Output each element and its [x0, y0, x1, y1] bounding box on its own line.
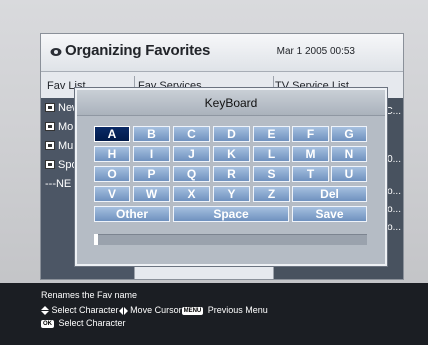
key-c[interactable]: C: [173, 126, 210, 142]
fav-list-item-label: Mo: [58, 120, 74, 133]
favorites-eye-icon: [50, 48, 62, 56]
key-f[interactable]: F: [292, 126, 329, 142]
title-bar: Organizing Favorites Mar 1 2005 00:53: [41, 34, 403, 72]
fav-list-item-label: Mu: [58, 139, 74, 152]
key-q[interactable]: Q: [173, 166, 210, 182]
left-right-arrow-icon: [118, 306, 128, 315]
key-j[interactable]: J: [173, 146, 210, 162]
folder-icon: [45, 103, 55, 112]
menu-button-icon: MENU: [181, 306, 204, 315]
save-button[interactable]: Save: [292, 206, 367, 222]
del-button[interactable]: Del: [292, 186, 367, 202]
key-a[interactable]: A: [94, 126, 130, 142]
help-select-character-ok: Select Character: [58, 318, 126, 328]
service-list-item[interactable]: C...: [385, 106, 401, 117]
key-z[interactable]: Z: [253, 186, 290, 202]
fav-list-item-label: ---NE: [45, 177, 72, 190]
key-x[interactable]: X: [173, 186, 210, 202]
other-button[interactable]: Other: [94, 206, 170, 222]
key-e[interactable]: E: [253, 126, 290, 142]
service-list-item[interactable]: o...: [387, 204, 401, 215]
folder-icon: [45, 141, 55, 150]
key-s[interactable]: S: [253, 166, 290, 182]
folder-icon: [45, 160, 55, 169]
space-button[interactable]: Space: [173, 206, 289, 222]
keyboard-dialog: KeyBoard A B C D E F G H I J K L M N O P…: [75, 88, 387, 266]
key-m[interactable]: M: [292, 146, 329, 162]
page-title: Organizing Favorites: [65, 42, 211, 59]
ok-button-icon: OK: [41, 319, 54, 328]
service-list-item[interactable]: 0...: [387, 154, 401, 165]
folder-icon: [45, 122, 55, 131]
key-k[interactable]: K: [213, 146, 250, 162]
name-input[interactable]: [94, 234, 367, 245]
help-description: Renames the Fav name: [41, 290, 138, 300]
key-w[interactable]: W: [133, 186, 170, 202]
key-b[interactable]: B: [133, 126, 170, 142]
service-list-item[interactable]: o...: [387, 222, 401, 233]
help-previous-menu: Previous Menu: [207, 305, 268, 315]
key-l[interactable]: L: [253, 146, 290, 162]
key-g[interactable]: G: [331, 126, 367, 142]
help-bar: Renames the Fav name Select Character Mo…: [0, 283, 428, 345]
keyboard-title: KeyBoard: [77, 90, 385, 116]
service-list-item[interactable]: o...: [387, 186, 401, 197]
key-v[interactable]: V: [94, 186, 130, 202]
key-u[interactable]: U: [331, 166, 367, 182]
key-r[interactable]: R: [213, 166, 250, 182]
help-ok: OK Select Character: [41, 318, 126, 328]
key-p[interactable]: P: [133, 166, 170, 182]
help-navigation: Select Character Move Cursor MENU Previou…: [41, 305, 268, 316]
key-o[interactable]: O: [94, 166, 130, 182]
key-y[interactable]: Y: [213, 186, 250, 202]
up-down-arrow-icon: [41, 306, 49, 316]
key-i[interactable]: I: [133, 146, 170, 162]
key-t[interactable]: T: [292, 166, 329, 182]
help-move-cursor: Move Cursor: [130, 305, 182, 315]
key-d[interactable]: D: [213, 126, 250, 142]
key-n[interactable]: N: [331, 146, 367, 162]
key-h[interactable]: H: [94, 146, 130, 162]
date-time: Mar 1 2005 00:53: [276, 46, 355, 57]
text-cursor: [94, 234, 98, 245]
help-select-character: Select Character: [51, 305, 119, 315]
